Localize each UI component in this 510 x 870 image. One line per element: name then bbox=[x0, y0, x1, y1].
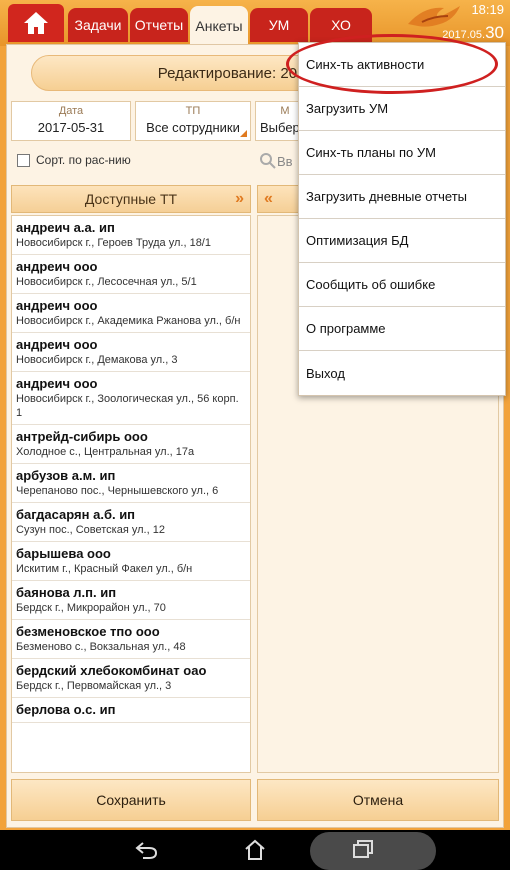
list-item[interactable]: андреич ооо Новосибирск г., Демакова ул.,… bbox=[12, 333, 250, 372]
list-item[interactable]: антрейд-сибирь ооо Холодное с., Центральн… bbox=[12, 425, 250, 464]
home-nav-button[interactable] bbox=[242, 838, 268, 862]
move-all-left-button[interactable]: « bbox=[264, 190, 273, 208]
outlet-address: Искитим г., Красный Факел ул., б/н bbox=[16, 563, 193, 575]
home-icon bbox=[24, 12, 48, 34]
outlet-name: багдасарян а.б. ип bbox=[16, 507, 136, 522]
outlet-address: Новосибирск г., Героев Труда ул., 18/1 bbox=[16, 237, 211, 249]
list-item[interactable]: барышева ооо Искитим г., Красный Факел ул… bbox=[12, 542, 250, 581]
status-time: 18:19 bbox=[471, 2, 504, 17]
outlet-name: бердский хлебокомбинат оао bbox=[16, 663, 207, 678]
available-outlets-header: Доступные ТТ » bbox=[11, 185, 251, 213]
outlet-name: андреич ооо bbox=[16, 337, 98, 352]
tp-label: ТП bbox=[185, 105, 201, 117]
back-button[interactable] bbox=[134, 838, 160, 862]
outlet-address: Бердск г., Микрорайон ул., 70 bbox=[16, 602, 166, 614]
outlet-name: антрейд-сибирь ооо bbox=[16, 429, 148, 444]
date-field[interactable]: Дата 2017-05-31 bbox=[11, 101, 131, 141]
search-input[interactable]: Вв bbox=[259, 147, 303, 175]
tab-um[interactable]: УМ bbox=[250, 8, 308, 42]
outlet-name: арбузов а.м. ип bbox=[16, 468, 116, 483]
outlet-name: андреич ооо bbox=[16, 259, 98, 274]
status-date: 2017.05.30 bbox=[442, 23, 504, 42]
date-label: Дата bbox=[58, 105, 84, 117]
menu-item-sync-plans[interactable]: Синх-ть планы по УМ bbox=[299, 131, 505, 175]
overflow-menu: Синх-ть активности Загрузить УМ Синх-ть пл… bbox=[298, 42, 506, 396]
list-item[interactable]: андреич ооо Новосибирск г., Академика Ржа… bbox=[12, 294, 250, 333]
outlet-address: Холодное с., Центральная ул., 17а bbox=[16, 446, 195, 458]
list-item[interactable]: андреич ооо Новосибирск г., Зоологическая… bbox=[12, 372, 250, 425]
list-item[interactable]: андреич а.а. ип Новосибирск г., Героев Тр… bbox=[12, 216, 250, 255]
list-item[interactable]: андреич ооо Новосибирск г., Лесосечная ул… bbox=[12, 255, 250, 294]
recents-button[interactable] bbox=[350, 838, 376, 862]
menu-item-exit[interactable]: Выход bbox=[299, 351, 505, 395]
cancel-button[interactable]: Отмена bbox=[257, 779, 499, 821]
menu-item-sync-activities[interactable]: Синх-ть активности bbox=[299, 43, 505, 87]
outlet-address: Новосибирск г., Лесосечная ул., 5/1 bbox=[16, 276, 197, 288]
menu-item-about[interactable]: О программе bbox=[299, 307, 505, 351]
outlet-name: безменовское тпо ооо bbox=[16, 624, 160, 639]
tab-reports[interactable]: Отчеты bbox=[130, 8, 188, 42]
tp-select[interactable]: ТП Все сотрудники bbox=[135, 101, 251, 141]
outlet-address: Новосибирск г., Демакова ул., 3 bbox=[16, 354, 178, 366]
recents-icon bbox=[353, 840, 373, 858]
top-bar: Задачи Отчеты Анкеты УМ ХО 18:19 2017.05… bbox=[0, 0, 510, 46]
menu-item-optimize-db[interactable]: Оптимизация БД bbox=[299, 219, 505, 263]
outlet-name: баянова л.п. ип bbox=[16, 585, 117, 600]
search-icon bbox=[260, 153, 276, 169]
sort-checkbox[interactable] bbox=[17, 153, 30, 167]
back-icon bbox=[135, 842, 158, 859]
list-item[interactable]: безменовское тпо ооо Безменово с., Вокзал… bbox=[12, 620, 250, 659]
menu-item-load-um[interactable]: Загрузить УМ bbox=[299, 87, 505, 131]
list-item[interactable]: бердский хлебокомбинат оао Бердск г., Пер… bbox=[12, 659, 250, 698]
list-item[interactable]: арбузов а.м. ип Черепаново пос., Чернышев… bbox=[12, 464, 250, 503]
sort-label: Сорт. по рас-нию bbox=[36, 153, 131, 167]
status-area: 18:19 2017.05.30 bbox=[442, 2, 504, 43]
menu-item-load-daily-reports[interactable]: Загрузить дневные отчеты bbox=[299, 175, 505, 219]
sort-by-distance[interactable]: Сорт. по рас-нию bbox=[17, 153, 131, 167]
available-outlets-list[interactable]: андреич а.а. ип Новосибирск г., Героев Тр… bbox=[11, 215, 251, 773]
list-item[interactable]: баянова л.п. ип Бердск г., Микрорайон ул.… bbox=[12, 581, 250, 620]
outlet-name: барышева ооо bbox=[16, 546, 111, 561]
outlet-name: берлова о.с. ип bbox=[16, 702, 116, 717]
home-button[interactable] bbox=[8, 4, 64, 42]
outlet-address: Новосибирск г., Зоологическая ул., 56 ко… bbox=[16, 393, 239, 419]
list-item[interactable]: багдасарян а.б. ип Сузун пос., Советская … bbox=[12, 503, 250, 542]
outlet-name: андреич а.а. ип bbox=[16, 220, 115, 235]
app-window: Задачи Отчеты Анкеты УМ ХО 18:19 2017.05… bbox=[0, 0, 510, 830]
list-item[interactable]: берлова о.с. ип bbox=[12, 698, 250, 723]
outlet-address: Безменово с., Вокзальная ул., 48 bbox=[16, 641, 186, 653]
search-placeholder: Вв bbox=[277, 153, 293, 169]
dropdown-corner-icon bbox=[240, 130, 247, 137]
outlet-name: андреич ооо bbox=[16, 298, 98, 313]
tab-tasks[interactable]: Задачи bbox=[68, 8, 128, 42]
outlet-address: Черепаново пос., Чернышевского ул., 6 bbox=[16, 485, 219, 497]
save-button[interactable]: Сохранить bbox=[11, 779, 251, 821]
home-outline-icon bbox=[245, 839, 265, 860]
outlet-address: Сузун пос., Советская ул., 12 bbox=[16, 524, 165, 536]
system-nav-bar bbox=[0, 830, 510, 870]
menu-item-report-error[interactable]: Сообщить об ошибке bbox=[299, 263, 505, 307]
date-value: 2017-05-31 bbox=[37, 120, 105, 135]
outlet-name: андреич ооо bbox=[16, 376, 98, 391]
move-all-right-button[interactable]: » bbox=[235, 190, 244, 208]
outlet-address: Бердск г., Первомайская ул., 3 bbox=[16, 680, 172, 692]
tab-questionnaires[interactable]: Анкеты bbox=[190, 6, 248, 46]
available-outlets-title: Доступные ТТ bbox=[84, 191, 178, 207]
outlet-address: Новосибирск г., Академика Ржанова ул., б… bbox=[16, 315, 241, 327]
tab-ho[interactable]: ХО bbox=[310, 8, 372, 42]
tp-value: Все сотрудники bbox=[146, 120, 240, 135]
